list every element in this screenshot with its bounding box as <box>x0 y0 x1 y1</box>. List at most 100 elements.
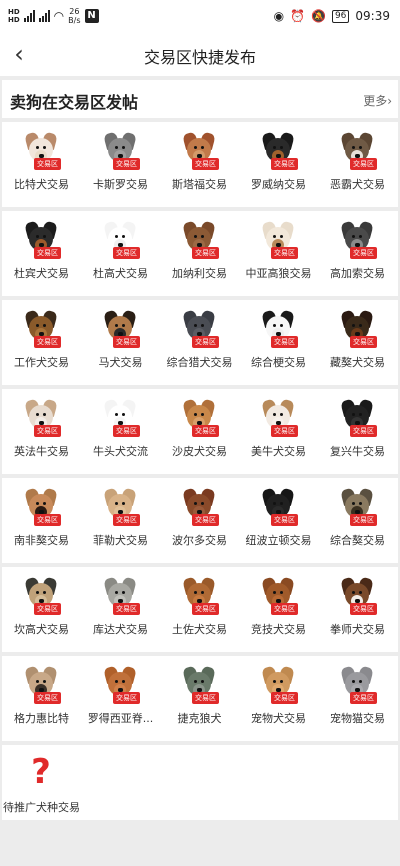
category-item[interactable]: 交易区 宠物猫交易 <box>318 656 397 736</box>
category-label: 罗威纳交易 <box>251 178 306 191</box>
category-item[interactable]: 交易区 捷克狼犬 <box>160 656 239 736</box>
category-label: 比特犬交易 <box>14 178 69 191</box>
category-item[interactable]: 交易区 库达犬交易 <box>81 567 160 647</box>
clock: 09:39 <box>355 9 390 23</box>
category-item[interactable]: 交易区沙皮犬交易 <box>160 389 239 469</box>
trade-badge: 交易区 <box>113 514 140 526</box>
category-item[interactable]: 交易区 菲勒犬交易 <box>81 478 160 558</box>
trade-badge: 交易区 <box>34 158 61 170</box>
category-label: 杜宾犬交易 <box>14 267 69 280</box>
category-item[interactable]: 交易区 工作犬交易 <box>2 300 81 380</box>
category-label: 卡斯罗交易 <box>93 178 148 191</box>
category-item[interactable]: 交易区综合猎犬交易 <box>160 300 239 380</box>
net-speed: 26 B/s <box>68 7 81 25</box>
status-bar: HD HD ◠ 26 B/s N ◉ ⏰ 🔕 96 09:39 <box>0 0 400 32</box>
category-label: 综合猎犬交易 <box>166 356 233 369</box>
category-item[interactable]: 交易区 土佐犬交易 <box>160 567 239 647</box>
category-item[interactable]: 交易区 纽波立顿交易 <box>239 478 318 558</box>
category-item[interactable]: 交易区 罗得西亚脊... <box>81 656 160 736</box>
category-label: 藏獒犬交易 <box>330 356 385 369</box>
trade-badge: 交易区 <box>34 514 61 526</box>
category-item[interactable]: 交易区 牛头犬交流 <box>81 389 160 469</box>
mute-icon: 🔕 <box>311 9 326 23</box>
category-label: 待推广犬种交易 <box>3 801 80 814</box>
trade-badge: 交易区 <box>34 247 61 259</box>
category-item[interactable]: 交易区杜高犬交易 <box>81 211 160 291</box>
category-item[interactable]: 交易区杜宾犬交易 <box>2 211 81 291</box>
sim-labels: HD HD <box>8 8 20 24</box>
signal-icon-2 <box>38 10 50 22</box>
category-item[interactable]: 交易区 藏獒犬交易 <box>318 300 397 380</box>
category-item[interactable]: ? 待推广犬种交易 <box>2 745 81 825</box>
category-item[interactable]: 交易区 拳师犬交易 <box>318 567 397 647</box>
category-label: 沙皮犬交易 <box>172 445 227 458</box>
section-title: 卖狗在交易区发帖 <box>10 93 139 112</box>
trade-badge: 交易区 <box>34 425 61 437</box>
trade-badge: 交易区 <box>192 247 219 259</box>
category-item[interactable]: 交易区加纳利交易 <box>160 211 239 291</box>
category-item[interactable]: 交易区 美牛犬交易 <box>239 389 318 469</box>
category-label: 高加索交易 <box>330 267 385 280</box>
category-label: 加纳利交易 <box>172 267 227 280</box>
battery-icon: 96 <box>331 9 350 23</box>
category-label: 罗得西亚脊... <box>87 712 154 725</box>
category-panel: 卖狗在交易区发帖 更多› 交易区 比特犬交易 交易区 卡斯罗交易 交易区 斯塔福交易 交易区… <box>2 80 398 820</box>
category-item[interactable]: 交易区 综合梗交易 <box>239 300 318 380</box>
category-item[interactable]: 交易区 罗威纳交易 <box>239 122 318 202</box>
category-label: 南非獒交易 <box>14 534 69 547</box>
category-row: 交易区 格力惠比特 交易区 罗得西亚脊... 交易区 捷克狼犬 交易区 宠物犬交易 交易区 宠物猫… <box>2 652 398 736</box>
category-label: 拳师犬交易 <box>330 623 385 636</box>
category-row: 交易区 坎高犬交易 交易区 库达犬交易 交易区 土佐犬交易 交易区 竞技犬交易 交易区 拳师犬交易 <box>2 563 398 647</box>
trade-badge: 交易区 <box>192 336 219 348</box>
category-label: 斯塔福交易 <box>172 178 227 191</box>
wifi-icon: ◠ <box>53 9 65 23</box>
category-item[interactable]: 交易区 坎高犬交易 <box>2 567 81 647</box>
trade-badge: 交易区 <box>34 603 61 615</box>
category-item[interactable]: 交易区卡斯罗交易 <box>81 122 160 202</box>
trade-badge: 交易区 <box>350 425 377 437</box>
trade-badge: 交易区 <box>192 514 219 526</box>
trade-badge: 交易区 <box>34 692 61 704</box>
category-item[interactable]: 交易区 马犬交易 <box>81 300 160 380</box>
category-item[interactable]: 交易区比特犬交易 <box>2 122 81 202</box>
trade-badge: 交易区 <box>113 158 140 170</box>
trade-badge: 交易区 <box>350 247 377 259</box>
category-label: 恶霸犬交易 <box>330 178 385 191</box>
category-label: 综合獒交易 <box>330 534 385 547</box>
category-label: 英法牛交易 <box>14 445 69 458</box>
trade-badge: 交易区 <box>113 603 140 615</box>
trade-badge: 交易区 <box>350 514 377 526</box>
trade-badge: 交易区 <box>271 692 298 704</box>
trade-badge: 交易区 <box>192 425 219 437</box>
signal-icon <box>23 10 35 22</box>
category-item[interactable]: 交易区 波尔多交易 <box>160 478 239 558</box>
nav-bar: ‹ 交易区快捷发布 <box>0 32 400 76</box>
category-item[interactable]: 交易区 复兴牛交易 <box>318 389 397 469</box>
notification-icon: N <box>84 9 99 23</box>
trade-badge: 交易区 <box>271 603 298 615</box>
category-label: 宠物猫交易 <box>330 712 385 725</box>
more-link[interactable]: 更多› <box>363 92 392 109</box>
category-label: 宠物犬交易 <box>251 712 306 725</box>
page-title: 交易区快捷发布 <box>143 48 256 67</box>
category-item[interactable]: 交易区宠物犬交易 <box>239 656 318 736</box>
category-item[interactable]: 交易区 竞技犬交易 <box>239 567 318 647</box>
trade-badge: 交易区 <box>271 247 298 259</box>
category-label: 综合梗交易 <box>251 356 306 369</box>
category-item[interactable]: 交易区 斯塔福交易 <box>160 122 239 202</box>
category-row: ? 待推广犬种交易 <box>2 741 398 825</box>
trade-badge: 交易区 <box>113 247 140 259</box>
category-item[interactable]: 交易区南非獒交易 <box>2 478 81 558</box>
category-row: 交易区 南非獒交易 交易区 菲勒犬交易 交易区 波尔多交易 交易区 纽波立顿交易 交易区 综合獒交… <box>2 474 398 558</box>
trade-badge: 交易区 <box>192 603 219 615</box>
alarm-icon: ⏰ <box>290 9 305 23</box>
category-item[interactable]: 交易区 中亚高狼交易 <box>239 211 318 291</box>
category-item[interactable]: 交易区 恶霸犬交易 <box>318 122 397 202</box>
category-item[interactable]: 交易区综合獒交易 <box>318 478 397 558</box>
category-label: 杜高犬交易 <box>93 267 148 280</box>
category-item[interactable]: 交易区 格力惠比特 <box>2 656 81 736</box>
category-item[interactable]: 交易区英法牛交易 <box>2 389 81 469</box>
category-label: 纽波立顿交易 <box>245 534 312 547</box>
category-item[interactable]: 交易区高加索交易 <box>318 211 397 291</box>
category-label: 工作犬交易 <box>14 356 69 369</box>
